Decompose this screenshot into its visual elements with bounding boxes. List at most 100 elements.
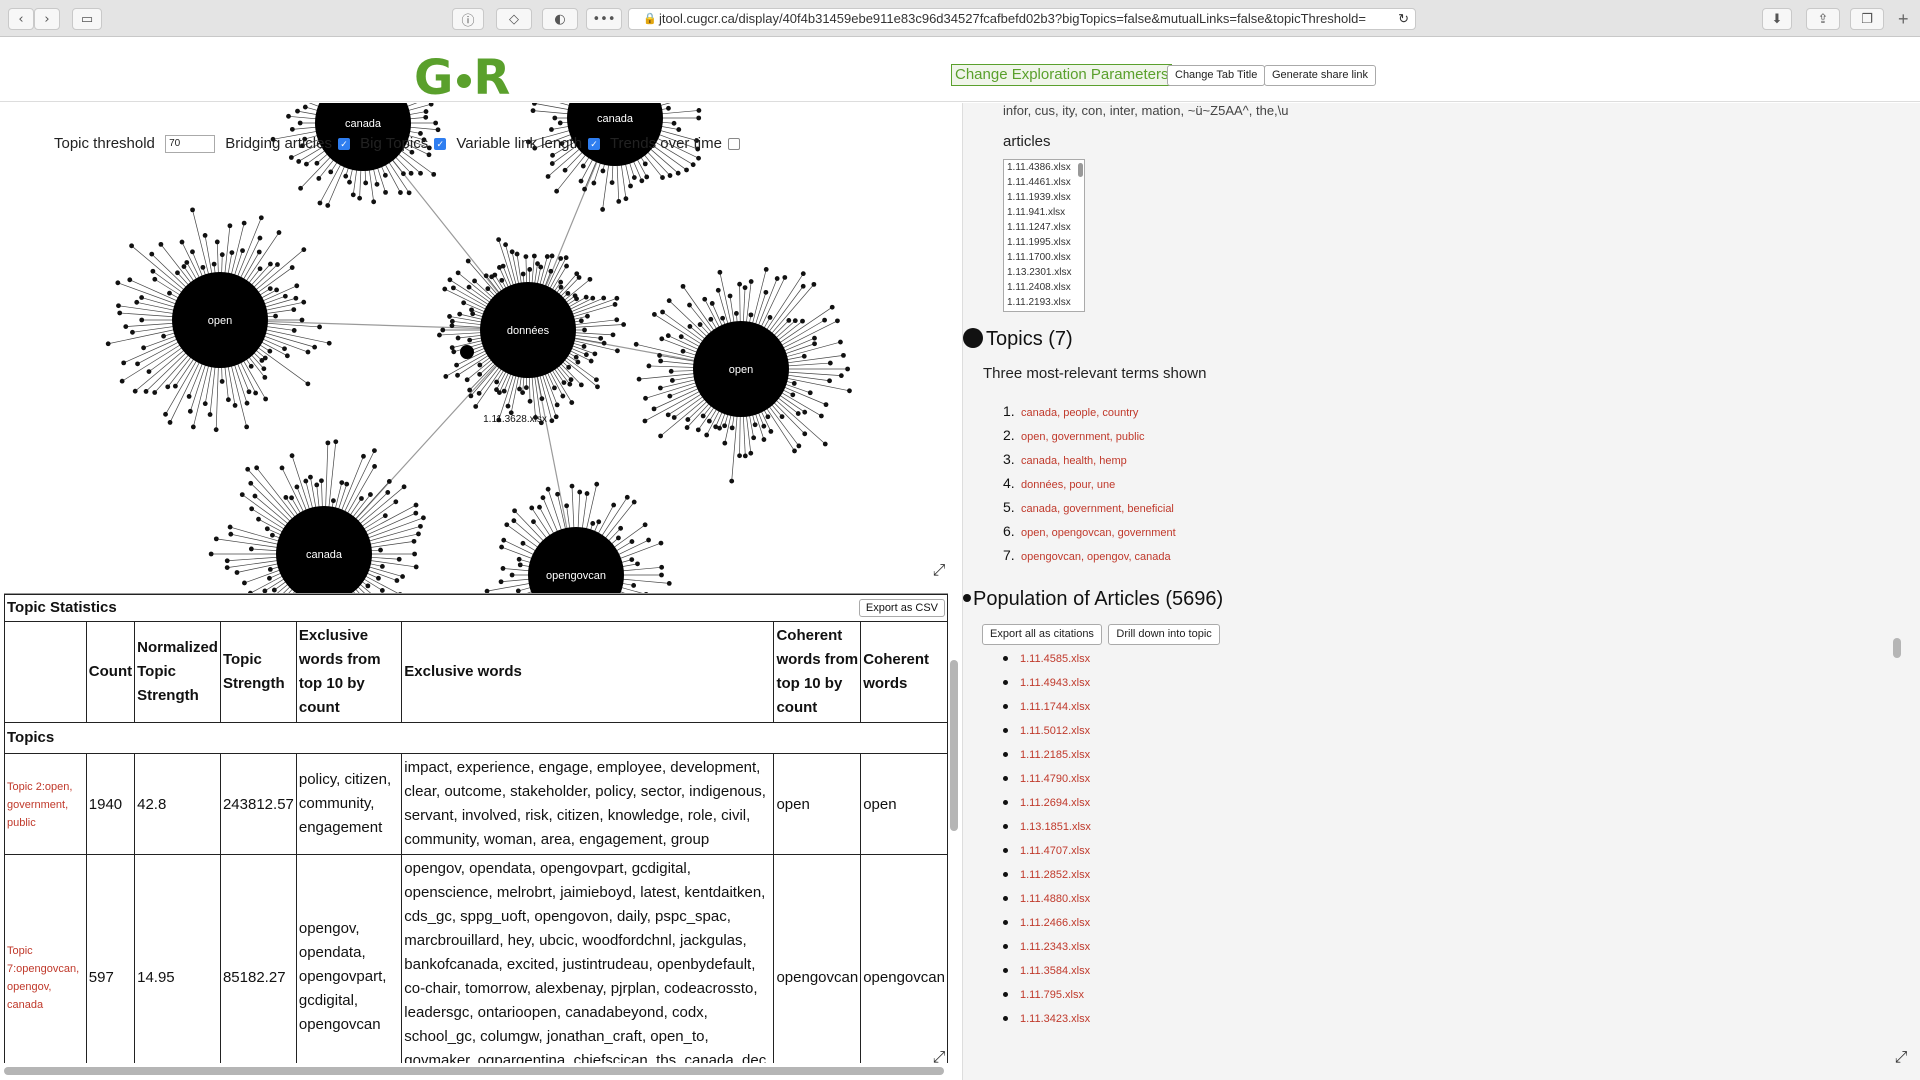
drill-down-button[interactable]: Drill down into topic (1108, 624, 1220, 645)
topic-node[interactable]: données (437, 237, 627, 426)
sidebar-icon[interactable]: ▭ (72, 8, 102, 30)
article-option[interactable]: 1.11.2408.xlsx (1007, 280, 1084, 295)
list-item: 5. canada, government, beneficial (1003, 499, 1176, 523)
shield-icon[interactable]: ◇ (496, 8, 532, 30)
article-link[interactable]: 1.11.4880.xlsx (1020, 893, 1090, 905)
topic-link[interactable]: canada, government, beneficial (1021, 503, 1174, 515)
article-link[interactable]: 1.11.3423.xlsx (1020, 1013, 1090, 1025)
article-link[interactable]: 1.11.2852.xlsx (1020, 869, 1090, 881)
table-cell: 243812.57 (222, 795, 294, 813)
topic-graph[interactable]: canada canada open données open canada opengov… (0, 103, 960, 593)
reader-icon[interactable]: ⓘ (452, 8, 484, 30)
expand-right-pane-icon[interactable]: ⤢ (1891, 1048, 1911, 1066)
bullet-icon (1003, 800, 1008, 805)
article-link[interactable]: 1.11.2343.xlsx (1020, 941, 1090, 953)
topic-node[interactable]: open (105, 207, 332, 433)
article-option[interactable]: 1.11.4386.xlsx (1007, 160, 1084, 175)
generate-share-link-button[interactable]: Generate share link (1264, 65, 1376, 86)
hovered-article-node[interactable] (460, 345, 474, 359)
stats-vertical-scrollbar[interactable] (950, 660, 958, 831)
topic-link[interactable]: canada, people, country (1021, 407, 1138, 419)
list-item: 1.11.2343.xlsx (1003, 941, 1091, 965)
bullet-icon (1003, 920, 1008, 925)
expand-stats-icon[interactable]: ⤢ (929, 1048, 949, 1066)
article-link[interactable]: 1.11.795.xlsx (1020, 989, 1084, 1001)
article-link[interactable]: 1.13.1851.xlsx (1020, 821, 1091, 833)
topic-threshold-input[interactable]: 70 (165, 135, 216, 154)
topic-node[interactable]: canada (208, 439, 426, 593)
article-link[interactable]: 1.11.5012.xlsx (1020, 725, 1090, 737)
gcr-logo[interactable]: GR (414, 50, 512, 106)
bullet-icon (1003, 680, 1008, 685)
articles-list-scrollbar[interactable] (1078, 163, 1083, 177)
topics-list: 1. canada, people, country 2. open, governm… (1003, 403, 1176, 571)
expand-graph-icon[interactable]: ⤢ (929, 561, 949, 579)
back-icon[interactable]: ‹ (8, 8, 34, 30)
list-item: 6. open, opengovcan, government (1003, 523, 1176, 547)
change-tab-title-button[interactable]: Change Tab Title (1167, 65, 1266, 86)
article-link[interactable]: 1.11.4943.xlsx (1020, 677, 1090, 689)
topic-threshold-label: Topic threshold (54, 135, 155, 152)
change-exploration-parameters-button[interactable]: Change Exploration Parameters (951, 64, 1173, 86)
big-topics-checkbox[interactable]: ✓ (434, 138, 447, 151)
bridging-articles-label: Bridging articles (225, 135, 332, 152)
topic-number: 6. (1003, 523, 1015, 539)
extension-icon[interactable]: ◐ (542, 8, 578, 30)
forward-icon[interactable]: › (34, 8, 60, 30)
export-citations-button[interactable]: Export all as citations (982, 624, 1102, 645)
bullet-icon (1003, 1016, 1008, 1021)
article-link[interactable]: 1.11.4790.xlsx (1020, 773, 1090, 785)
topics-subtitle: Three most-relevant terms shown (983, 365, 1207, 382)
node-label: canada (345, 118, 382, 130)
new-tab-icon[interactable]: + (1898, 9, 1909, 30)
article-link[interactable]: 1.11.2694.xlsx (1020, 797, 1090, 809)
stats-horizontal-scrollbar[interactable] (4, 1067, 944, 1075)
article-option[interactable]: 1.11.2193.xlsx (1007, 295, 1084, 310)
tabs-icon[interactable]: ❐ (1850, 8, 1884, 30)
table-cell: opengovcan (863, 968, 945, 986)
article-option[interactable]: 1.11.1700.xlsx (1007, 250, 1084, 265)
topic-node[interactable]: open (633, 267, 852, 484)
article-link[interactable]: 1.11.1744.xlsx (1020, 701, 1090, 713)
topic-node[interactable]: opengovcan (484, 481, 672, 593)
population-articles-list: 1.11.4585.xlsx 1.11.4943.xlsx 1.11.1744.xl… (1003, 653, 1091, 1037)
trends-over-time-checkbox[interactable] (727, 138, 740, 151)
table-cell: 597 (88, 968, 114, 986)
article-link[interactable]: 1.11.4707.xlsx (1020, 845, 1090, 857)
column-header: Coherent words from top 10 by count (773, 621, 862, 723)
table-cell: opengov, opendata, opengovpart, gcdigita… (404, 860, 771, 1063)
topic-link[interactable]: canada, health, hemp (1021, 455, 1127, 467)
article-link[interactable]: 1.11.3584.xlsx (1020, 965, 1090, 977)
article-option[interactable]: 1.13.2301.xlsx (1007, 265, 1084, 280)
article-option[interactable]: 1.11.1939.xlsx (1007, 190, 1084, 205)
topic-terms-snippet: infor, cus, ity, con, inter, mation, ~ü~… (1003, 103, 1289, 118)
article-option[interactable]: 1.11.941.xlsx (1007, 205, 1084, 220)
more-icon[interactable]: ••• (586, 8, 622, 30)
topic-link[interactable]: opengovcan, opengov, canada (1021, 551, 1171, 563)
topic-link[interactable]: open, opengovcan, government (1021, 527, 1176, 539)
right-pane-scrollbar[interactable] (1893, 638, 1901, 658)
topic-link[interactable]: données, pour, une (1021, 479, 1115, 491)
export-csv-button[interactable]: Export as CSV (858, 599, 945, 617)
bridging-articles-checkbox[interactable]: ✓ (337, 138, 350, 151)
variable-link-length-checkbox[interactable]: ✓ (588, 138, 601, 151)
article-link[interactable]: 1.11.2185.xlsx (1020, 749, 1090, 761)
address-bar[interactable]: 🔒 jtool.cugcr.ca/display/40f4b31459ebe91… (628, 8, 1416, 30)
topic-link[interactable]: Topic 2:open, government, public (7, 781, 72, 829)
article-link[interactable]: 1.11.4585.xlsx (1020, 653, 1090, 665)
article-option[interactable]: 1.11.1995.xlsx (1007, 235, 1084, 250)
share-icon[interactable]: ⇪ (1806, 8, 1840, 30)
article-option[interactable]: 1.11.1247.xlsx (1007, 220, 1084, 235)
bullet-icon (1003, 992, 1008, 997)
topic-link[interactable]: Topic 7:opengovcan, opengov, canada (7, 945, 79, 1011)
topic-node[interactable]: canada (270, 103, 443, 208)
download-icon[interactable]: ⬇ (1762, 8, 1792, 30)
article-option[interactable]: 1.11.4461.xlsx (1007, 175, 1084, 190)
topic-link[interactable]: open, government, public (1021, 431, 1145, 443)
hovered-article-label: 1.11.3628.xlsx (483, 414, 547, 425)
topic-node[interactable]: canada (525, 103, 702, 212)
articles-select-list[interactable]: 1.11.4386.xlsx 1.11.4461.xlsx 1.11.1939.xl… (1003, 159, 1085, 312)
article-link[interactable]: 1.11.2466.xlsx (1020, 917, 1090, 929)
reload-icon[interactable]: ↻ (1398, 9, 1409, 29)
node-label: données (507, 325, 550, 337)
